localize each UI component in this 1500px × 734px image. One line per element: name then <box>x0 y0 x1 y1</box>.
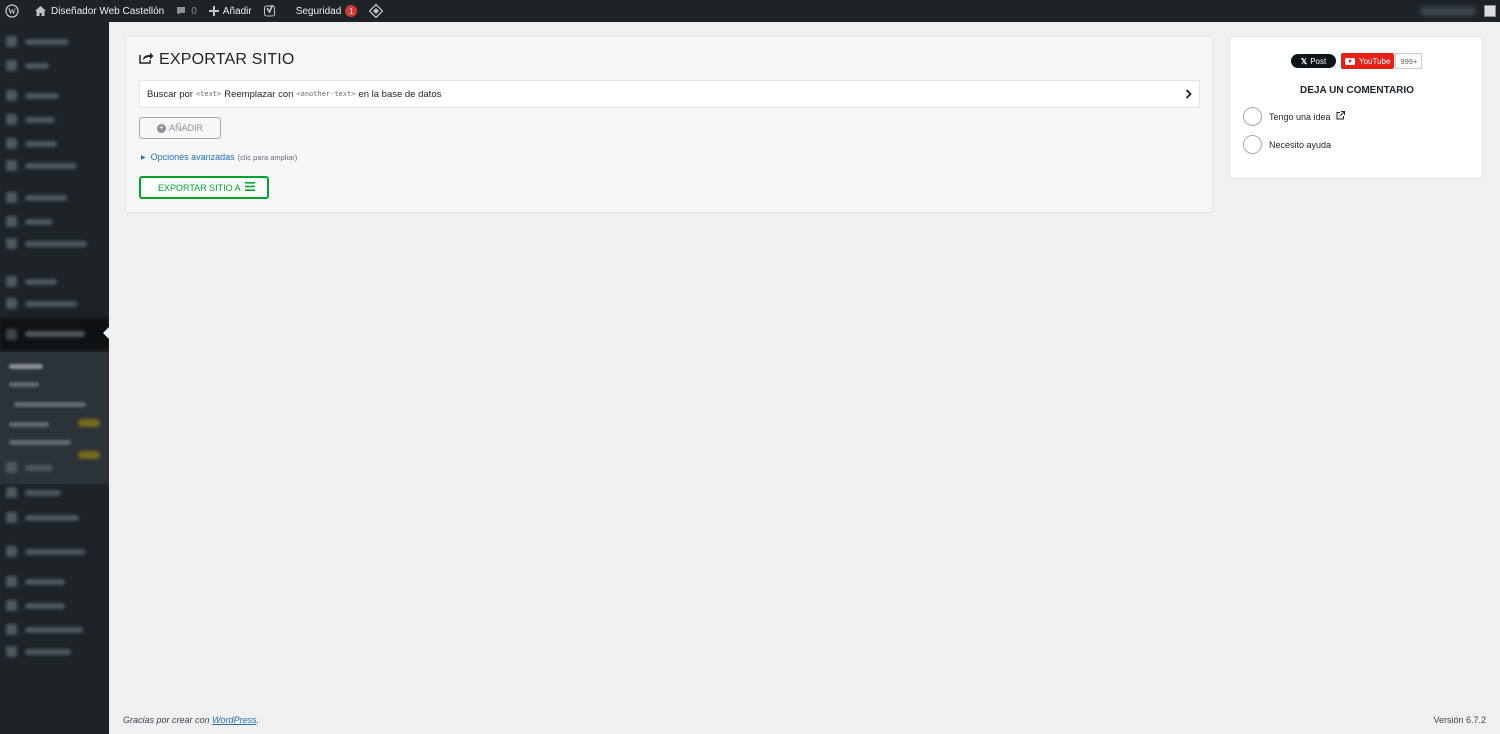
wordpress-logo-icon[interactable]: W <box>0 0 25 22</box>
diamond-plugin-link[interactable] <box>363 0 389 22</box>
external-link-icon <box>1331 111 1345 122</box>
svg-text:W: W <box>8 7 16 16</box>
submenu-item[interactable] <box>9 382 39 387</box>
radio-help[interactable] <box>1243 135 1262 154</box>
comments-link[interactable]: 0 <box>170 0 203 22</box>
comment-section-title: DEJA UN COMENTARIO <box>1300 85 1414 96</box>
feedback-panel: 𝕏 Post YouTube 999+ DEJA UN COMENTARIO T… <box>1229 36 1483 179</box>
menu-item[interactable] <box>0 600 109 611</box>
menu-item[interactable] <box>0 298 109 309</box>
menu-item[interactable] <box>0 60 109 71</box>
admin-bar: W Diseñador Web Castellón 0 Añadir Segur… <box>0 0 1500 22</box>
advanced-options-label: Opciones avanzadas <box>150 152 235 162</box>
x-logo-icon: 𝕏 <box>1300 56 1308 66</box>
export-site-panel: EXPORTAR SITIO Buscar por <text> Reempla… <box>125 36 1213 213</box>
export-site-label: EXPORTAR SITIO A <box>158 182 241 193</box>
submenu-item[interactable] <box>9 440 71 445</box>
search-code: <text> <box>195 90 222 98</box>
menu-item[interactable] <box>0 192 109 203</box>
menu-item[interactable] <box>0 114 109 125</box>
collapse-menu[interactable] <box>0 646 109 657</box>
option-help-label: Necesito ayuda <box>1269 139 1332 150</box>
submenu-item[interactable] <box>9 364 43 369</box>
footer-thanks-suffix: . <box>256 715 260 725</box>
security-count-badge: 1 <box>345 5 358 17</box>
submenu-badge <box>78 451 100 459</box>
plus-circle-icon: + <box>156 123 166 133</box>
share-export-icon <box>139 51 159 69</box>
plus-icon <box>208 6 219 16</box>
replace-label: Reemplazar con <box>224 88 294 100</box>
comments-count: 0 <box>191 5 197 17</box>
menu-item[interactable] <box>0 90 109 101</box>
page-title-text: EXPORTAR SITIO <box>159 51 295 68</box>
option-idea[interactable]: Tengo una idea <box>1243 107 1345 126</box>
menu-item[interactable] <box>0 487 109 498</box>
menu-item[interactable] <box>0 238 109 249</box>
menu-item[interactable] <box>0 462 109 473</box>
site-name-link[interactable]: Diseñador Web Castellón <box>25 0 170 22</box>
advanced-options-hint: (clic para ampliar) <box>237 152 298 162</box>
option-idea-label: Tengo una idea <box>1269 111 1331 122</box>
option-help[interactable]: Necesito ayuda <box>1243 135 1331 154</box>
admin-sidebar-menu <box>0 22 109 734</box>
menu-item[interactable] <box>0 546 109 557</box>
x-post-label: Post <box>1310 56 1327 66</box>
new-content-link[interactable]: Añadir <box>203 0 258 22</box>
footer-thanks-prefix: Gracias por crear con <box>123 715 210 725</box>
security-label: Seguridad <box>295 5 342 17</box>
home-icon <box>35 6 46 16</box>
user-greeting[interactable] <box>1420 6 1476 16</box>
menu-item-current[interactable] <box>0 318 109 350</box>
page-title: EXPORTAR SITIO <box>139 51 295 69</box>
footer-version: Versión 6.7.2 <box>1433 715 1486 725</box>
youtube-subscribe-button[interactable]: YouTube <box>1341 53 1395 69</box>
menu-item[interactable] <box>0 512 109 523</box>
submenu-item[interactable] <box>9 422 49 427</box>
advanced-options-link[interactable]: ▶ Opciones avanzadas (clic para ampliar) <box>141 152 297 162</box>
search-prefix: Buscar por <box>147 88 193 100</box>
menu-item[interactable] <box>0 576 109 587</box>
youtube-label: YouTube <box>1359 56 1391 66</box>
chevron-right-icon[interactable] <box>1185 89 1192 102</box>
menu-item[interactable] <box>0 216 109 227</box>
menu-item[interactable] <box>0 276 109 287</box>
yoast-seo-link[interactable] <box>258 0 282 22</box>
replace-code: <another-text> <box>296 90 356 98</box>
submenu-item[interactable] <box>14 402 86 407</box>
security-link[interactable]: Seguridad 1 <box>282 0 364 22</box>
menu-item[interactable] <box>0 138 109 149</box>
user-avatar[interactable] <box>1484 5 1496 17</box>
export-site-button[interactable]: EXPORTAR SITIO A <box>139 176 269 199</box>
footer-thanks: Gracias por crear con WordPress. <box>123 715 259 725</box>
current-menu-arrow <box>103 326 110 340</box>
submenu-badge <box>78 419 100 427</box>
radio-idea[interactable] <box>1243 107 1262 126</box>
x-post-button[interactable]: 𝕏 Post <box>1291 54 1336 68</box>
search-suffix: en la base de datos <box>358 88 442 100</box>
yoast-icon <box>263 5 276 17</box>
menu-item[interactable] <box>0 160 109 171</box>
youtube-play-icon <box>1345 57 1355 65</box>
site-name: Diseñador Web Castellón <box>51 5 165 17</box>
search-replace-row[interactable]: Buscar por <text> Reemplazar con <anothe… <box>139 80 1200 108</box>
diamond-icon <box>369 4 384 18</box>
menu-item[interactable] <box>0 36 109 47</box>
wordpress-link[interactable]: WordPress <box>212 715 257 725</box>
new-content-label: Añadir <box>222 5 252 17</box>
add-button[interactable]: + AÑADIR <box>139 117 221 139</box>
menu-item[interactable] <box>0 624 109 635</box>
youtube-subscriber-count: 999+ <box>1395 53 1423 69</box>
comment-bubble-icon <box>176 6 186 16</box>
menu-lines-icon <box>245 182 255 193</box>
social-buttons: 𝕏 Post YouTube 999+ <box>1291 53 1423 69</box>
triangle-right-icon: ▶ <box>141 154 146 161</box>
add-button-label: AÑADIR <box>168 123 203 133</box>
